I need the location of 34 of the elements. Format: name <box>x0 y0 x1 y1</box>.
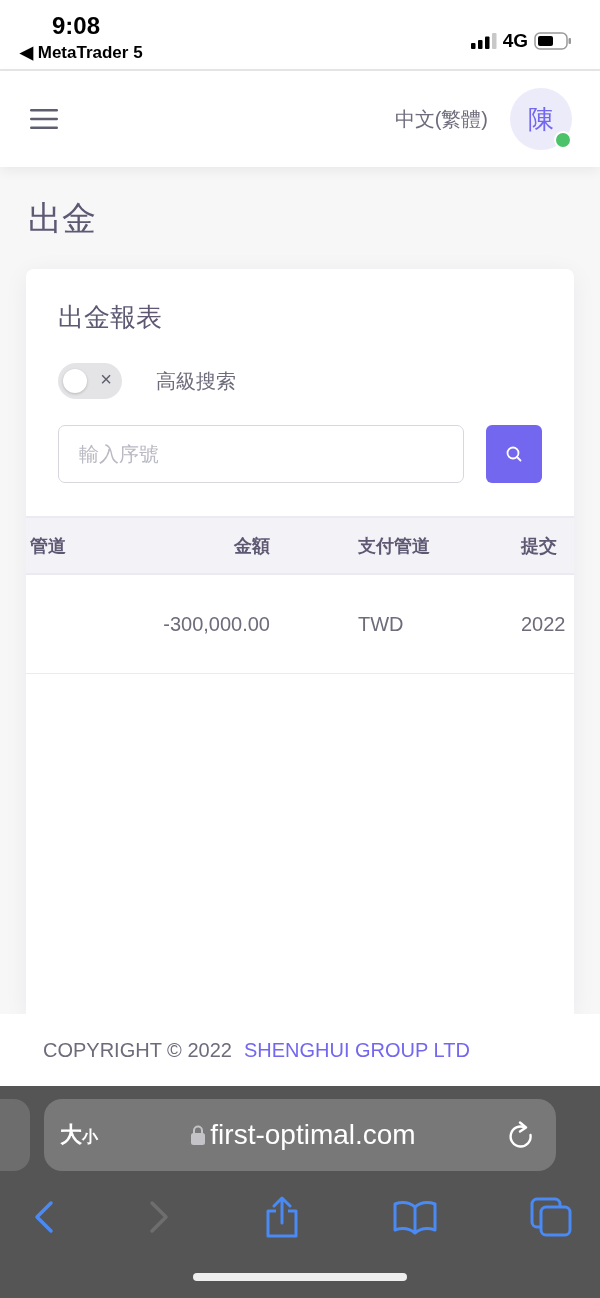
text-size-button[interactable]: 大小 <box>60 1120 98 1150</box>
address-bar[interactable]: 大小 first-optimal.com <box>44 1099 556 1171</box>
copyright-text: COPYRIGHT © 2022 <box>43 1038 232 1062</box>
table-cell-text: -300,000.00 <box>162 612 270 636</box>
forward-icon[interactable] <box>148 1200 171 1234</box>
language-selector[interactable]: 中文(繁體) <box>394 105 488 133</box>
battery-icon <box>534 32 572 50</box>
toggle-switch[interactable]: × <box>58 363 122 399</box>
table-cell-text: 2022 <box>520 612 567 636</box>
lock-icon <box>190 1124 207 1146</box>
back-icon[interactable] <box>33 1200 55 1234</box>
tabs-icon[interactable] <box>530 1197 572 1237</box>
back-to-app-link[interactable]: ◀ MetaTrader 5 <box>20 42 143 63</box>
status-time: 9:08 <box>52 12 102 40</box>
page-title: 出金 <box>28 198 97 239</box>
table-cell-text: TWD <box>357 612 405 636</box>
column-header: 支付管道 <box>357 534 431 558</box>
menu-icon[interactable] <box>30 108 58 130</box>
search-icon <box>505 445 523 463</box>
network-type: 4G <box>502 30 528 52</box>
previous-tab-edge[interactable] <box>0 1099 30 1171</box>
search-field[interactable]: 輸入序號 <box>58 425 464 483</box>
column-header: 提交 <box>520 534 558 558</box>
reload-icon[interactable] <box>508 1121 534 1149</box>
search-button[interactable] <box>486 425 542 483</box>
company-link[interactable]: SHENGHUI GROUP LTD <box>243 1038 470 1062</box>
signal-icon <box>470 33 497 49</box>
card-title: 出金報表 <box>58 301 163 334</box>
book-icon[interactable] <box>392 1199 437 1235</box>
column-header: 管道 <box>29 534 67 558</box>
url-text: first-optimal.com <box>210 1119 416 1151</box>
column-header: 金額 <box>233 534 270 558</box>
toggle-label: 高級搜索 <box>156 368 236 394</box>
user-avatar[interactable]: 陳 <box>510 88 572 150</box>
